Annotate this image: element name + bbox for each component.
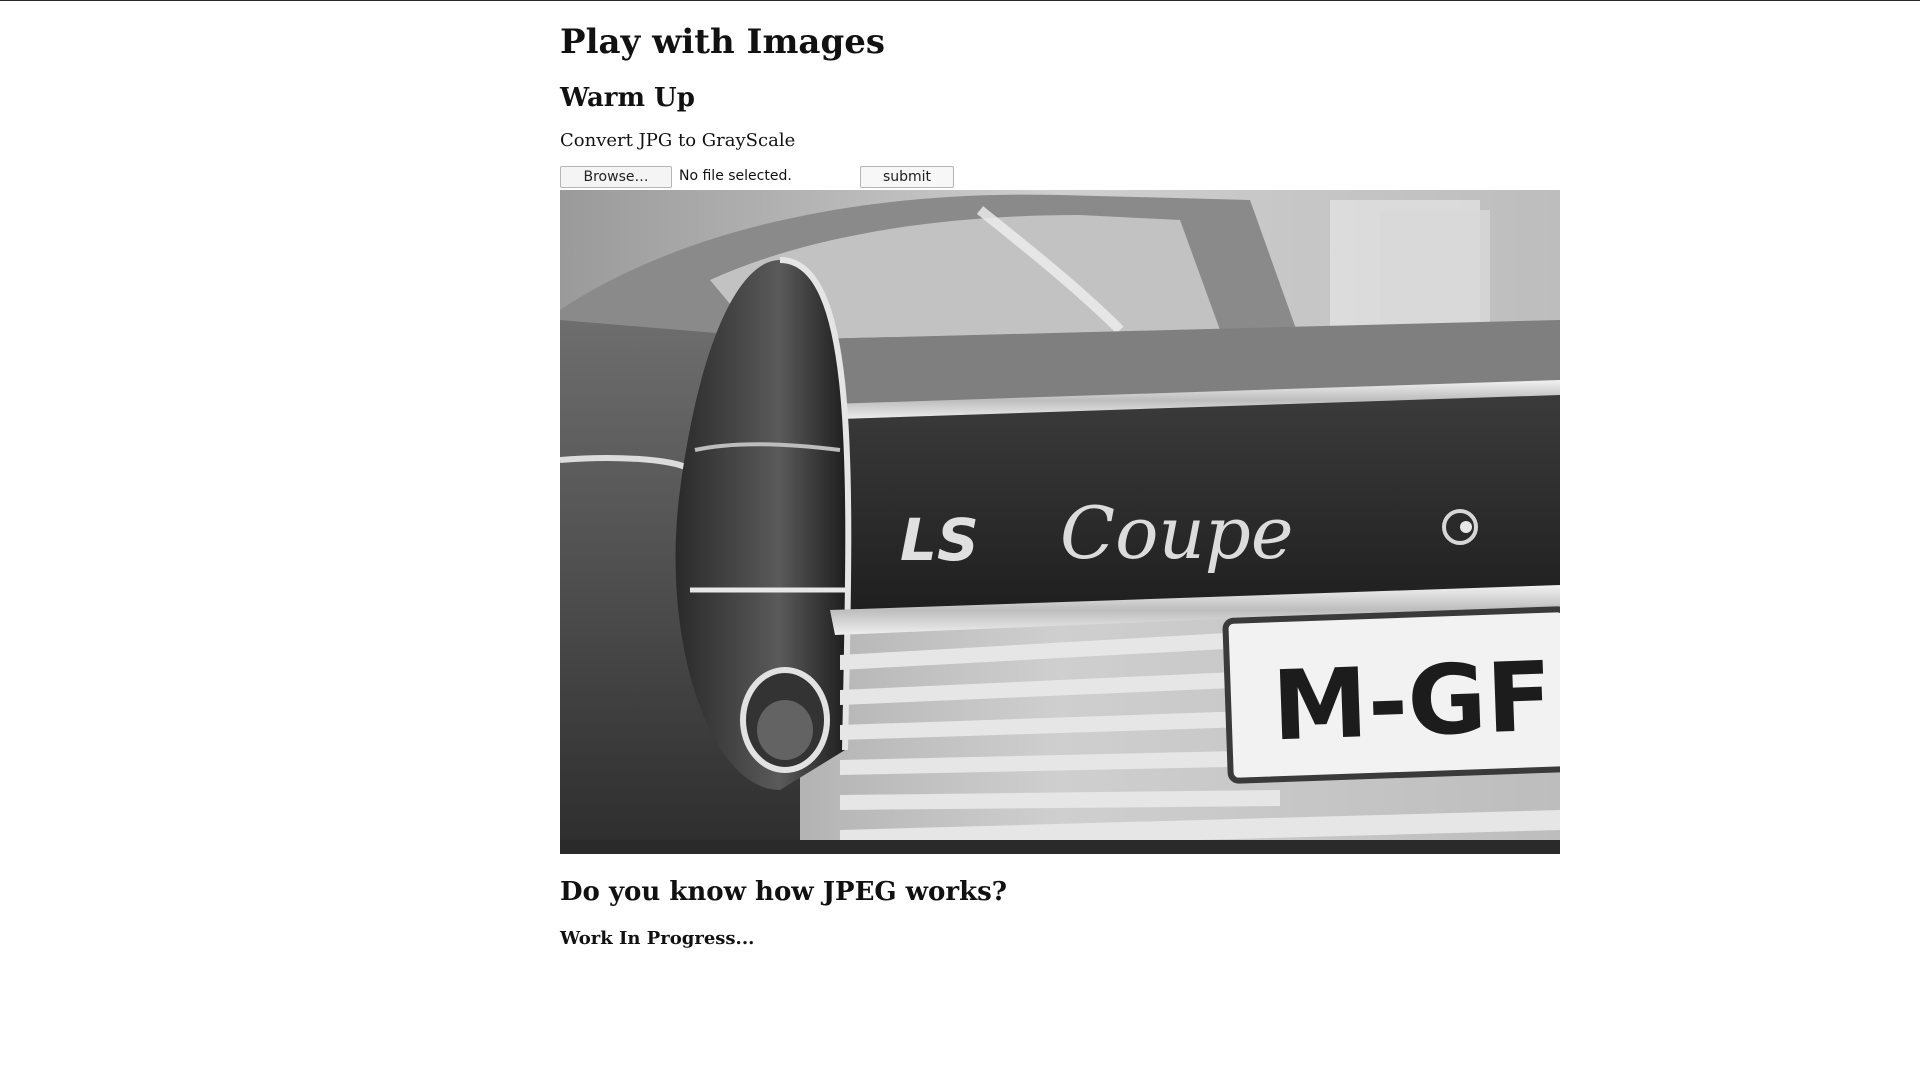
top-border <box>0 0 1920 1</box>
warmup-description: Convert JPG to GrayScale <box>560 130 796 151</box>
submit-button[interactable]: submit <box>860 166 954 188</box>
plate-text: M-GF <box>1270 641 1553 763</box>
browse-button[interactable]: Browse… <box>560 166 672 188</box>
warmup-heading: Warm Up <box>560 83 695 113</box>
work-in-progress-text: Work In Progress... <box>560 928 755 949</box>
script-text: Coupe <box>1060 491 1294 575</box>
page-title: Play with Images <box>560 22 886 62</box>
upload-form: Browse… No file selected. submit <box>560 166 1560 190</box>
emblem-text: LS <box>900 506 979 574</box>
grayscale-car-image: LS Coupe M-GF <box>560 190 1560 854</box>
car-photo-graphic: LS Coupe M-GF <box>560 190 1560 854</box>
jpeg-section-heading: Do you know how JPEG works? <box>560 877 1007 907</box>
file-status-text: No file selected. <box>679 168 792 184</box>
